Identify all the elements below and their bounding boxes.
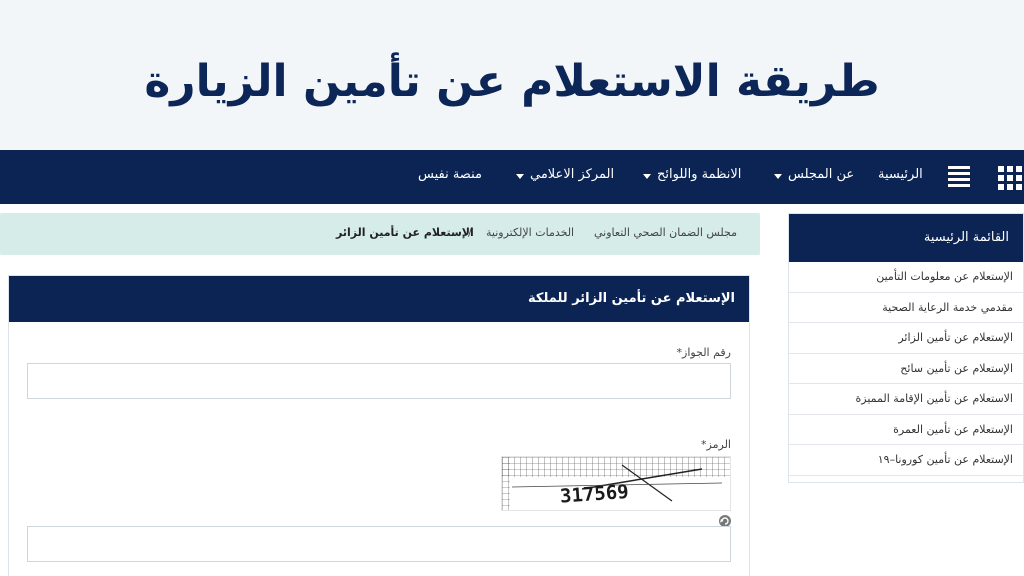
main-navbar: الرئيسية عن المجلس الانظمة واللوائح المر…: [0, 150, 1024, 204]
nav-media-center[interactable]: المركز الاعلامي: [530, 167, 614, 182]
form-title: الإستعلام عن تأمين الزائر للملكة: [528, 291, 735, 306]
captcha-graphic: 317569: [502, 457, 730, 510]
sidebar-item-insurance-info[interactable]: الإستعلام عن معلومات التأمين: [789, 262, 1023, 293]
visitor-insurance-form: الإستعلام عن تأمين الزائر للملكة رقم الج…: [8, 275, 750, 576]
nav-home[interactable]: الرئيسية: [878, 167, 923, 182]
nav-nafees[interactable]: منصة نفيس: [418, 167, 482, 182]
sidebar-title: القائمة الرئيسية: [923, 230, 1009, 245]
sidebar-header: القائمة الرئيسية: [789, 214, 1023, 262]
page-banner: طريقة الاستعلام عن تأمين الزيارة: [0, 0, 1024, 150]
sidebar-item-healthcare-providers[interactable]: مقدمي خدمة الرعاية الصحية: [789, 293, 1023, 323]
sidebar-item-visitor-insurance[interactable]: الإستعلام عن تأمين الزائر: [789, 323, 1023, 354]
chevron-down-icon: [643, 174, 651, 179]
breadcrumb: مجلس الضمان الصحي التعاوني الخدمات الإلك…: [0, 213, 760, 255]
sidebar-item-umrah-insurance[interactable]: الإستعلام عن تأمين العمرة: [789, 415, 1023, 445]
passport-label: رقم الجواز*: [676, 346, 731, 359]
breadcrumb-root[interactable]: مجلس الضمان الصحي التعاوني: [594, 226, 737, 239]
captcha-image: 317569: [501, 456, 731, 511]
hamburger-menu-icon[interactable]: [948, 166, 972, 188]
sidebar-list: الإستعلام عن معلومات التأمين مقدمي خدمة …: [789, 262, 1023, 476]
code-label: الرمز*: [701, 438, 731, 451]
captcha-text: 317569: [559, 481, 629, 508]
nav-regulations[interactable]: الانظمة واللوائح: [657, 167, 741, 182]
nav-about[interactable]: عن المجلس: [788, 167, 854, 182]
form-header: الإستعلام عن تأمين الزائر للملكة: [9, 276, 749, 322]
sidebar-item-tourist-insurance[interactable]: الإستعلام عن تأمين سائح: [789, 354, 1023, 384]
breadcrumb-services[interactable]: الخدمات الإلكترونية: [486, 226, 574, 239]
banner-title: طريقة الاستعلام عن تأمين الزيارة: [144, 56, 880, 107]
breadcrumb-current: الإستعلام عن تأمين الزائر: [336, 226, 474, 239]
sidebar-item-premium-residency[interactable]: الاستعلام عن تأمين الإقامة المميزة: [789, 384, 1023, 415]
passport-number-input[interactable]: [27, 363, 731, 399]
captcha-code-input[interactable]: [27, 526, 731, 562]
sidebar-main-menu: القائمة الرئيسية الإستعلام عن معلومات ال…: [788, 213, 1024, 483]
chevron-down-icon: [774, 174, 782, 179]
sidebar-item-covid-insurance[interactable]: الإستعلام عن تأمين كورونا–١٩: [789, 445, 1023, 476]
chevron-down-icon: [516, 174, 524, 179]
apps-grid-icon[interactable]: [998, 166, 1022, 190]
